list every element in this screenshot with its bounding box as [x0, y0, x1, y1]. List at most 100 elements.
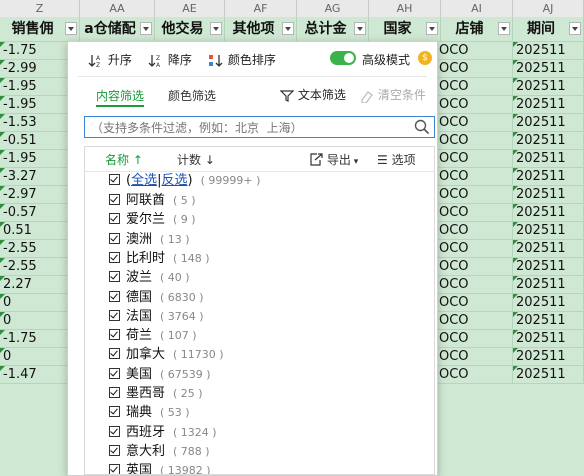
item-checkbox[interactable]	[109, 194, 120, 205]
filter-dropdown-icon[interactable]	[140, 22, 152, 35]
clear-conditions-button[interactable]: 清空条件	[360, 85, 426, 105]
list-item[interactable]: 英国 ( 13982 )	[109, 461, 211, 474]
header-cell[interactable]: 其他项	[225, 17, 297, 41]
table-cell[interactable]: OCO	[436, 312, 513, 330]
sort-by-color-button[interactable]: 颜色排序	[208, 50, 276, 70]
table-cell[interactable]: 202511	[513, 150, 584, 168]
text-filter-button[interactable]: 文本筛选	[279, 85, 346, 105]
select-all-row[interactable]: (全选|反选)( 99999+ )	[109, 171, 260, 191]
search-box[interactable]	[84, 116, 435, 139]
header-cell[interactable]: 销售佣	[0, 17, 80, 41]
list-item[interactable]: 爱尔兰 ( 9 )	[109, 210, 196, 230]
header-cell[interactable]: 期间	[513, 17, 584, 41]
advanced-mode-toggle[interactable]	[330, 51, 356, 65]
list-item[interactable]: 意大利 ( 788 )	[109, 442, 210, 462]
item-checkbox[interactable]	[109, 406, 120, 418]
table-cell[interactable]: 202511	[513, 132, 584, 150]
table-cell[interactable]: OCO	[436, 60, 513, 78]
column-letter[interactable]: AI	[441, 0, 513, 17]
select-all-checkbox[interactable]	[109, 174, 120, 185]
filter-dropdown-icon[interactable]	[65, 22, 77, 35]
table-cell[interactable]: OCO	[436, 168, 513, 186]
table-cell[interactable]: 202511	[513, 240, 584, 258]
table-cell[interactable]: OCO	[436, 366, 513, 384]
header-cell[interactable]: 他交易	[155, 17, 225, 41]
table-cell[interactable]: OCO	[436, 150, 513, 168]
table-cell[interactable]: OCO	[436, 330, 513, 348]
list-item[interactable]: 波兰 ( 40 )	[109, 268, 190, 288]
header-cell[interactable]: a仓储配	[80, 17, 155, 41]
filter-dropdown-icon[interactable]	[426, 22, 438, 35]
item-checkbox[interactable]	[109, 213, 120, 225]
table-cell[interactable]: OCO	[436, 186, 513, 204]
table-cell[interactable]: 202511	[513, 294, 584, 312]
header-cell[interactable]: 国家	[369, 17, 441, 41]
column-letter[interactable]: AE	[155, 0, 225, 17]
options-button[interactable]: ☰ 选项	[377, 151, 416, 168]
table-cell[interactable]: OCO	[436, 42, 513, 60]
filter-dropdown-icon[interactable]	[354, 22, 366, 35]
filter-dropdown-icon[interactable]	[498, 22, 510, 35]
item-checkbox[interactable]	[109, 290, 120, 302]
tab-content-filter[interactable]: 内容筛选	[96, 87, 145, 107]
list-item[interactable]: 法国 ( 3764 )	[109, 307, 204, 327]
table-cell[interactable]: 202511	[513, 258, 584, 276]
table-cell[interactable]: 202511	[513, 78, 584, 96]
item-checkbox[interactable]	[109, 464, 120, 474]
table-cell[interactable]: OCO	[436, 276, 513, 294]
column-letter[interactable]: Z	[0, 0, 80, 17]
table-cell[interactable]: OCO	[436, 348, 513, 366]
column-letter[interactable]: AJ	[513, 0, 584, 17]
list-item[interactable]: 比利时 ( 148 )	[109, 249, 210, 269]
table-cell[interactable]: 202511	[513, 42, 584, 60]
table-cell[interactable]: OCO	[436, 114, 513, 132]
table-cell[interactable]: OCO	[436, 222, 513, 240]
table-cell[interactable]: OCO	[436, 78, 513, 96]
item-checkbox[interactable]	[109, 251, 120, 263]
table-cell[interactable]: 202511	[513, 312, 584, 330]
table-cell[interactable]: 202511	[513, 366, 584, 384]
header-cell[interactable]: 总计金	[297, 17, 369, 41]
item-checkbox[interactable]	[109, 329, 120, 341]
column-letter[interactable]: AF	[225, 0, 297, 17]
table-cell[interactable]: 202511	[513, 330, 584, 348]
filter-dropdown-icon[interactable]	[282, 22, 294, 35]
list-item[interactable]: 阿联酋 ( 5 )	[109, 191, 196, 211]
table-cell[interactable]: 202511	[513, 186, 584, 204]
sort-ascending-button[interactable]: AZ 升序	[88, 50, 132, 70]
list-item[interactable]: 西班牙 ( 1324 )	[109, 423, 217, 443]
table-cell[interactable]: OCO	[436, 240, 513, 258]
table-cell[interactable]: OCO	[436, 204, 513, 222]
list-item[interactable]: 荷兰 ( 107 )	[109, 326, 197, 346]
table-cell[interactable]: OCO	[436, 258, 513, 276]
table-cell[interactable]: OCO	[436, 132, 513, 150]
table-cell[interactable]: 202511	[513, 348, 584, 366]
table-cell[interactable]: OCO	[436, 294, 513, 312]
item-checkbox[interactable]	[109, 444, 120, 456]
item-checkbox[interactable]	[109, 348, 120, 360]
item-checkbox[interactable]	[109, 425, 120, 437]
column-letter[interactable]: AH	[369, 0, 441, 17]
list-item[interactable]: 加拿大 ( 11730 )	[109, 345, 224, 365]
search-icon[interactable]	[414, 119, 430, 135]
list-item[interactable]: 墨西哥 ( 25 )	[109, 384, 203, 404]
list-item[interactable]: 瑞典 ( 53 )	[109, 403, 190, 423]
table-cell[interactable]: 202511	[513, 222, 584, 240]
item-checkbox[interactable]	[109, 232, 120, 244]
sort-descending-button[interactable]: ZA 降序	[148, 50, 192, 70]
table-cell[interactable]: 202511	[513, 276, 584, 294]
list-item[interactable]: 德国 ( 6830 )	[109, 288, 204, 308]
search-input[interactable]	[85, 117, 413, 139]
table-cell[interactable]: 202511	[513, 168, 584, 186]
item-checkbox[interactable]	[109, 271, 120, 283]
table-cell[interactable]: 202511	[513, 114, 584, 132]
filter-dropdown-icon[interactable]	[569, 22, 581, 35]
list-item[interactable]: 澳洲 ( 13 )	[109, 230, 190, 250]
item-checkbox[interactable]	[109, 309, 120, 321]
table-cell[interactable]: 202511	[513, 204, 584, 222]
list-item[interactable]: 美国 ( 67539 )	[109, 365, 211, 385]
export-button[interactable]: 导出 ▾	[309, 151, 358, 168]
sort-by-name-button[interactable]: 名称 ↑	[105, 151, 143, 168]
header-cell[interactable]: 店铺	[441, 17, 513, 41]
filter-dropdown-icon[interactable]	[210, 22, 222, 35]
